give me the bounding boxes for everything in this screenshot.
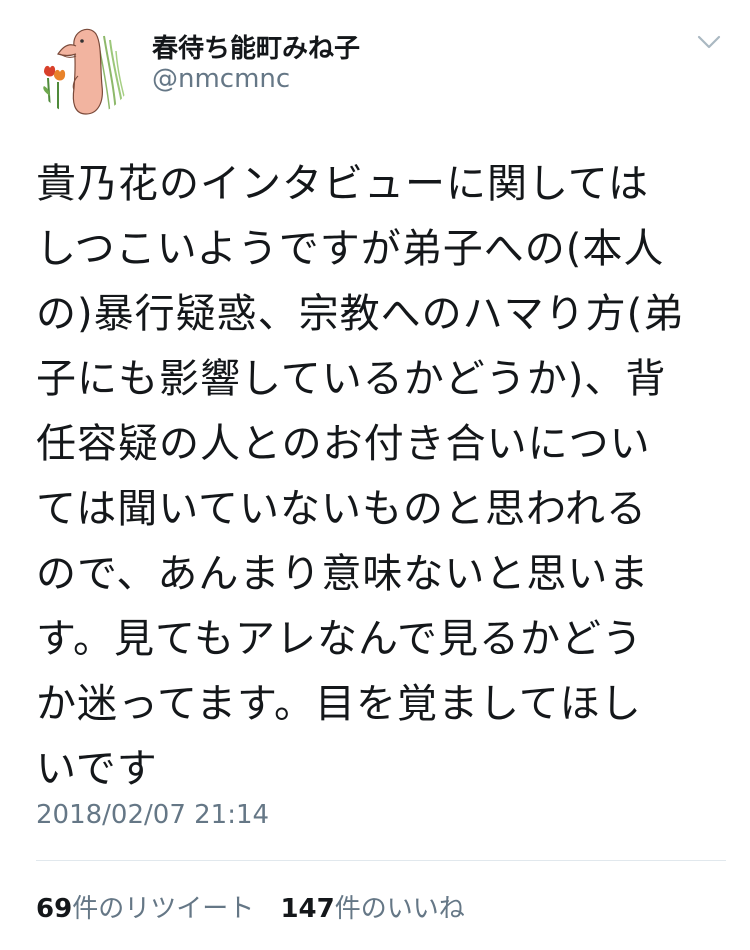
tweet-text-line: ては聞いていないものと思われる <box>36 486 647 532</box>
tweet-text-line: か迷ってます。目を覚ましてほし <box>36 681 642 727</box>
tweet-text-line: 任容疑の人とのお付き合いについ <box>36 421 651 467</box>
tweet-text-line: 子にも影響しているかどうか)、背 <box>36 356 667 402</box>
tweet-card: 春待ち能町みね子 @nmcmnc 貴乃花のインタビューに関しては しつこいようで… <box>0 0 750 950</box>
retweets-stat[interactable]: 69件のリツイート <box>36 894 254 924</box>
tweet-text-line: しつこいようですが弟子への(本人 <box>36 226 665 272</box>
retweets-count: 69 <box>36 894 73 924</box>
tweet-text-line: の)暴行疑惑、宗教へのハマり方(弟 <box>36 291 685 337</box>
tweet-text-line: す。見てもアレなんで見るかどう <box>36 616 643 662</box>
divider <box>36 860 726 861</box>
user-handle[interactable]: @nmcmnc <box>152 64 290 94</box>
tweet-text: 貴乃花のインタビューに関しては しつこいようですが弟子への(本人 の)暴行疑惑、… <box>36 152 726 802</box>
tweet-timestamp[interactable]: 2018/02/07 21:14 <box>36 800 269 830</box>
display-name[interactable]: 春待ち能町みね子 <box>152 28 360 65</box>
likes-label: 件のいいね <box>334 894 465 924</box>
tweet-text-line: いです <box>36 746 158 792</box>
likes-count: 147 <box>280 894 335 924</box>
tweet-stats: 69件のリツイート 147件のいいね <box>36 888 483 925</box>
likes-stat[interactable]: 147件のいいね <box>280 894 464 924</box>
cartoon-creature-avatar-icon <box>43 28 129 115</box>
tweet-text-line: 貴乃花のインタビューに関しては <box>36 161 649 207</box>
tweet-text-line: ので、あんまり意味ないと思いま <box>36 551 650 597</box>
retweets-label: 件のリツイート <box>72 894 255 924</box>
chevron-down-icon[interactable] <box>694 30 724 54</box>
avatar[interactable] <box>34 16 134 116</box>
